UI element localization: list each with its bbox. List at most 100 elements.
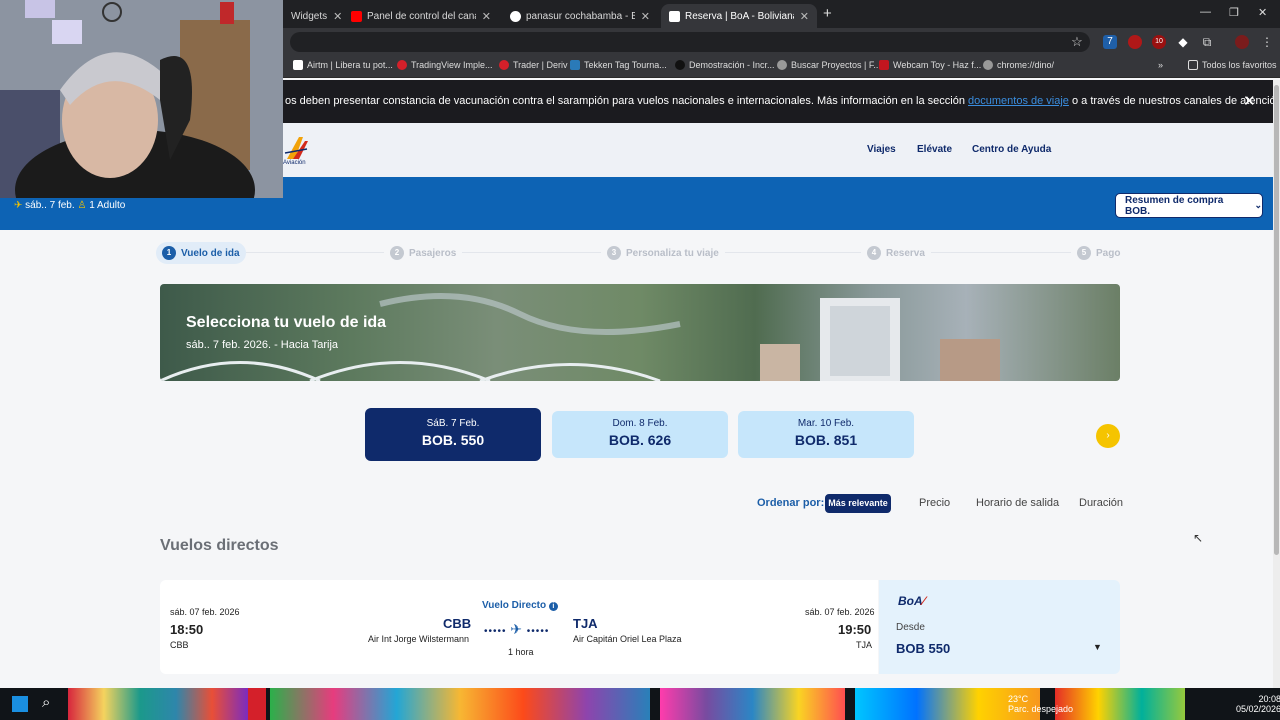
page-scrollbar-thumb[interactable] [1274,85,1279,555]
boa-logo[interactable]: Aviación [283,133,311,167]
purchase-summary-label: Resumen de compra BOB. [1125,194,1224,217]
windows-start-icon[interactable] [12,696,28,712]
restore-button[interactable]: ❐ [1229,6,1239,19]
webcam-feed [0,0,283,198]
close-icon[interactable]: ✕ [635,10,650,23]
bookmark-airtm[interactable]: Airtm | Libera tu pot... [293,60,393,70]
date-label: SáB. 7 Feb. [426,418,480,429]
price-card[interactable]: BoA⁄ Desde BOB 550 ▼ [879,580,1120,674]
bookmark-star-icon[interactable]: ☆ [1070,35,1084,49]
extension-icon[interactable]: ◆ [1176,35,1190,49]
new-tab-button[interactable]: + [823,5,832,22]
deriv-icon [499,60,509,70]
omnibox[interactable] [290,32,1090,52]
nav-centro-de-ayuda[interactable]: Centro de Ayuda [972,144,1051,155]
announcement-text: os deben presentar constancia de vacunac… [285,95,1280,107]
trip-info: ✈ sáb.. 7 feb. ♙ 1 Adulto [14,200,125,211]
all-bookmarks[interactable]: Todos los favoritos [1188,60,1277,70]
mouse-cursor-icon: ↖ [1193,531,1204,545]
bookmarks-overflow-button[interactable]: » [1158,60,1163,70]
step-reserva: 4 Reserva [861,242,931,264]
tab-title: panasur cochabamba - Buscar [526,10,635,22]
extension-badge-icon[interactable]: 10 [1152,35,1166,49]
plane-icon: ✈ [14,200,23,211]
bookmark-tradingview[interactable]: TradingView Imple... [397,60,493,70]
flight-path: ••••• ✈ ••••• [484,621,550,637]
sort-duration[interactable]: Duración [1079,497,1123,509]
hero-subtitle: sáb.. 7 feb. 2026. - Hacia Tarija [186,339,339,351]
hero-banner: Selecciona tu vuelo de ida sáb.. 7 feb. … [160,284,1120,381]
youtube-icon [351,10,362,22]
bookmark-buscar-proyectos[interactable]: Buscar Proyectos | F... [777,60,881,70]
minimize-button[interactable]: — [1200,6,1211,18]
tab-widgets[interactable]: Widgets ✕ [283,4,343,28]
bookmark-demostracion[interactable]: Demostración - Incr... [675,60,775,70]
close-window-button[interactable]: ✕ [1258,6,1267,19]
weather-desc: Parc. despejado [1008,704,1074,714]
date-option-selected[interactable]: SáB. 7 Feb. BOB. 550 [365,408,541,461]
bookmark-label: Airtm | Libera tu pot... [307,60,393,70]
date-price: BOB. 626 [608,432,672,448]
extension-icon[interactable]: 7 [1103,35,1117,49]
city-photo [160,293,1000,381]
info-icon[interactable]: i [548,602,558,611]
step-label: Vuelo de ida [181,247,240,259]
step-label: Pasajeros [409,247,457,259]
close-icon[interactable]: ✕ [794,10,809,23]
weather-widget[interactable]: 23°C Parc. despejado [1008,694,1073,714]
airline-logo-text: BoA [898,594,923,608]
system-clock[interactable]: 20:08 05/02/2026 [1236,694,1280,714]
bookmark-label: Webcam Toy - Haz f... [893,60,982,70]
menu-dots-icon[interactable]: ⋮ [1260,35,1274,49]
deriv-taskbar-icon[interactable] [248,688,266,720]
flight-card[interactable]: sáb. 07 feb. 2026 18:50 CBB CBB Air Int … [160,580,878,674]
step-number: 3 [607,246,621,260]
step-vuelo-de-ida[interactable]: 1 Vuelo de ida [156,242,246,264]
bookmark-dino[interactable]: chrome://dino/ [983,60,1054,70]
step-pasajeros: 2 Pasajeros [384,242,463,264]
tab-boa-reserva[interactable]: Reserva | BoA - Boliviana de Av ✕ [661,4,817,28]
close-icon[interactable]: ✕ [476,10,491,23]
bookmark-label: Todos los favoritos [1202,60,1277,70]
bookmark-label: Buscar Proyectos | F... [791,60,881,70]
date-label: Mar. 10 Feb. [797,418,855,429]
purchase-summary-button[interactable]: Resumen de compra BOB. ⌄ [1115,193,1263,218]
section-title: Vuelos directos [160,537,279,554]
date-option[interactable]: Dom. 8 Feb. BOB. 626 [552,411,728,458]
tab-google-search[interactable]: panasur cochabamba - Buscar ✕ [502,4,658,28]
date-label: Dom. 8 Feb. [612,418,668,429]
tab-title: Panel de control del canal - You [367,10,476,22]
taskbar-apps[interactable] [68,688,248,720]
arrival-date: sáb. 07 feb. 2026 [805,607,875,617]
google-icon [510,10,521,22]
bookmark-webcam-toy[interactable]: Webcam Toy - Haz f... [879,60,981,70]
extensions-puzzle-icon[interactable]: ⧉ [1200,35,1214,49]
nav-elevate[interactable]: Elévate [917,144,952,155]
date-option[interactable]: Mar. 10 Feb. BOB. 851 [738,411,914,458]
nav-viajes[interactable]: Viajes [867,144,896,155]
tab-youtube-studio[interactable]: Panel de control del canal - You ✕ [343,4,499,28]
search-icon[interactable]: ⌕ [42,694,50,711]
close-icon[interactable]: ✕ [1243,92,1256,110]
bookmark-trader-deriv[interactable]: Trader | Deriv [499,60,568,70]
extension-icon[interactable] [1128,35,1142,49]
departure-date: sáb. 07 feb. 2026 [170,607,240,617]
next-dates-arrow-icon[interactable]: › [1096,424,1120,448]
taskbar-pinned-apps[interactable] [270,688,650,720]
sort-price[interactable]: Precio [919,497,950,509]
globe-icon [777,60,787,70]
bookmark-tekken[interactable]: Tekken Tag Tourna... [570,60,667,70]
profile-avatar[interactable] [1235,35,1249,49]
tab-title: Widgets [291,10,328,22]
origin-airport: Air Int Jorge Wilstermann [368,634,470,644]
travel-documents-link[interactable]: documentos de viaje [968,95,1069,107]
close-icon[interactable]: ✕ [327,10,342,23]
logo-text: Aviación [283,160,306,166]
step-number: 2 [390,246,404,260]
sort-departure-time[interactable]: Horario de salida [976,497,1059,509]
sort-label: Ordenar por: [757,497,825,509]
caret-down-icon[interactable]: ▼ [1093,642,1102,652]
clock-time: 20:08 [1258,694,1280,704]
sort-most-relevant[interactable]: Más relevante [825,494,891,513]
chevron-down-icon: ⌄ [1254,200,1262,210]
